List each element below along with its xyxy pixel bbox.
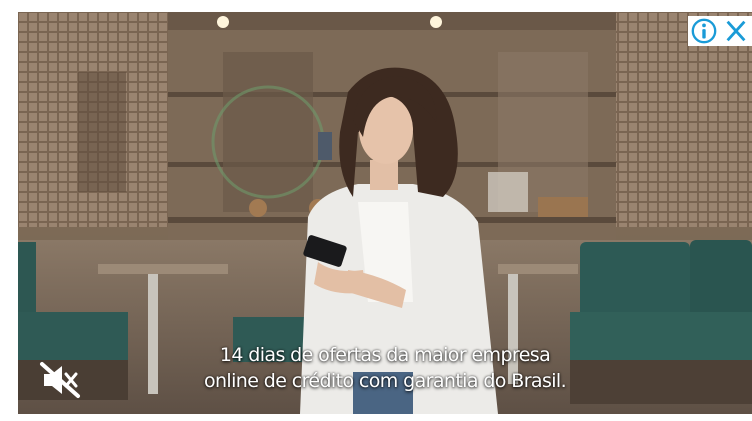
ad-caption: 14 dias de ofertas da maior empresa onli… [18,342,752,394]
adchoices-bar [688,16,752,46]
caption-line-2: online de crédito com garantia do Brasil… [203,370,567,392]
mute-button[interactable] [38,360,84,400]
ad-close-button[interactable] [720,16,752,46]
video-ad[interactable]: 14 dias de ofertas da maior empresa onli… [18,12,752,414]
ad-info-button[interactable] [688,16,720,46]
muted-speaker-icon [40,362,80,398]
caption-line-1: 14 dias de ofertas da maior empresa [219,344,551,366]
close-icon [726,20,746,42]
info-icon [691,18,717,44]
